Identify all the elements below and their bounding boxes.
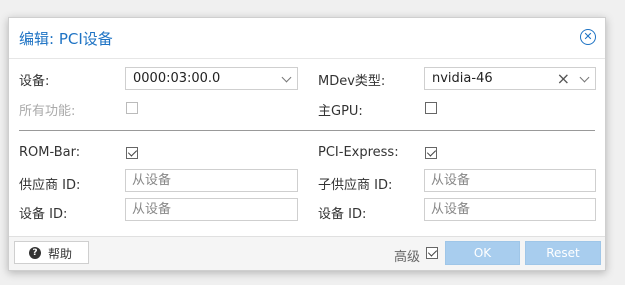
vendor-id-input[interactable]	[126, 170, 297, 191]
chevron-down-icon[interactable]	[281, 72, 292, 83]
sub-device-id-input[interactable]	[425, 199, 595, 220]
edit-pci-device-dialog: 编辑: PCI设备 ✕ 设备: 0000:03:00.0 MDev类型: nvi…	[8, 17, 606, 271]
section-divider	[19, 130, 595, 131]
vendor-id-label: 供应商 ID:	[19, 178, 81, 193]
all-functions-checkbox[interactable]	[126, 102, 138, 114]
rom-bar-label: ROM-Bar:	[19, 145, 81, 160]
pci-express-label: PCI-Express:	[318, 145, 399, 160]
advanced-checkbox[interactable]	[426, 247, 438, 259]
primary-gpu-checkbox[interactable]	[425, 102, 437, 114]
device-select-value: 0000:03:00.0	[133, 71, 221, 86]
clear-icon[interactable]: ×	[557, 69, 570, 88]
all-functions-label: 所有功能:	[19, 104, 76, 119]
help-button-label: 帮助	[48, 247, 73, 261]
reset-button[interactable]: Reset	[525, 241, 601, 265]
help-button[interactable]: ? 帮助	[14, 241, 89, 264]
mdev-type-select-value: nvidia-46	[432, 71, 493, 86]
sub-vendor-id-field[interactable]	[424, 169, 596, 192]
chevron-down-icon[interactable]	[579, 72, 590, 83]
ok-button[interactable]: OK	[445, 241, 520, 265]
device-id-field[interactable]	[125, 198, 298, 221]
dialog-titlebar: 编辑: PCI设备 ✕	[9, 18, 605, 59]
dialog-title: 编辑: PCI设备	[19, 30, 113, 48]
question-circle-icon: ?	[29, 247, 41, 259]
advanced-label: 高级	[394, 250, 421, 265]
device-select[interactable]: 0000:03:00.0	[125, 67, 298, 90]
close-icon[interactable]: ✕	[580, 29, 596, 45]
mdev-type-select[interactable]: nvidia-46 ×	[424, 67, 596, 90]
vendor-id-field[interactable]	[125, 169, 298, 192]
device-label: 设备:	[19, 74, 50, 89]
device-id-label: 设备 ID:	[19, 207, 68, 222]
sub-device-id-label: 设备 ID:	[318, 207, 367, 222]
primary-gpu-label: 主GPU:	[318, 104, 363, 119]
dialog-footer: ? 帮助 高级 OK Reset	[9, 236, 605, 270]
sub-vendor-id-input[interactable]	[425, 170, 595, 191]
sub-device-id-field[interactable]	[424, 198, 596, 221]
mdev-type-label: MDev类型:	[318, 74, 386, 89]
sub-vendor-id-label: 子供应商 ID:	[318, 178, 393, 193]
device-id-input[interactable]	[126, 199, 297, 220]
pci-express-checkbox[interactable]	[425, 147, 437, 159]
rom-bar-checkbox[interactable]	[126, 147, 138, 159]
